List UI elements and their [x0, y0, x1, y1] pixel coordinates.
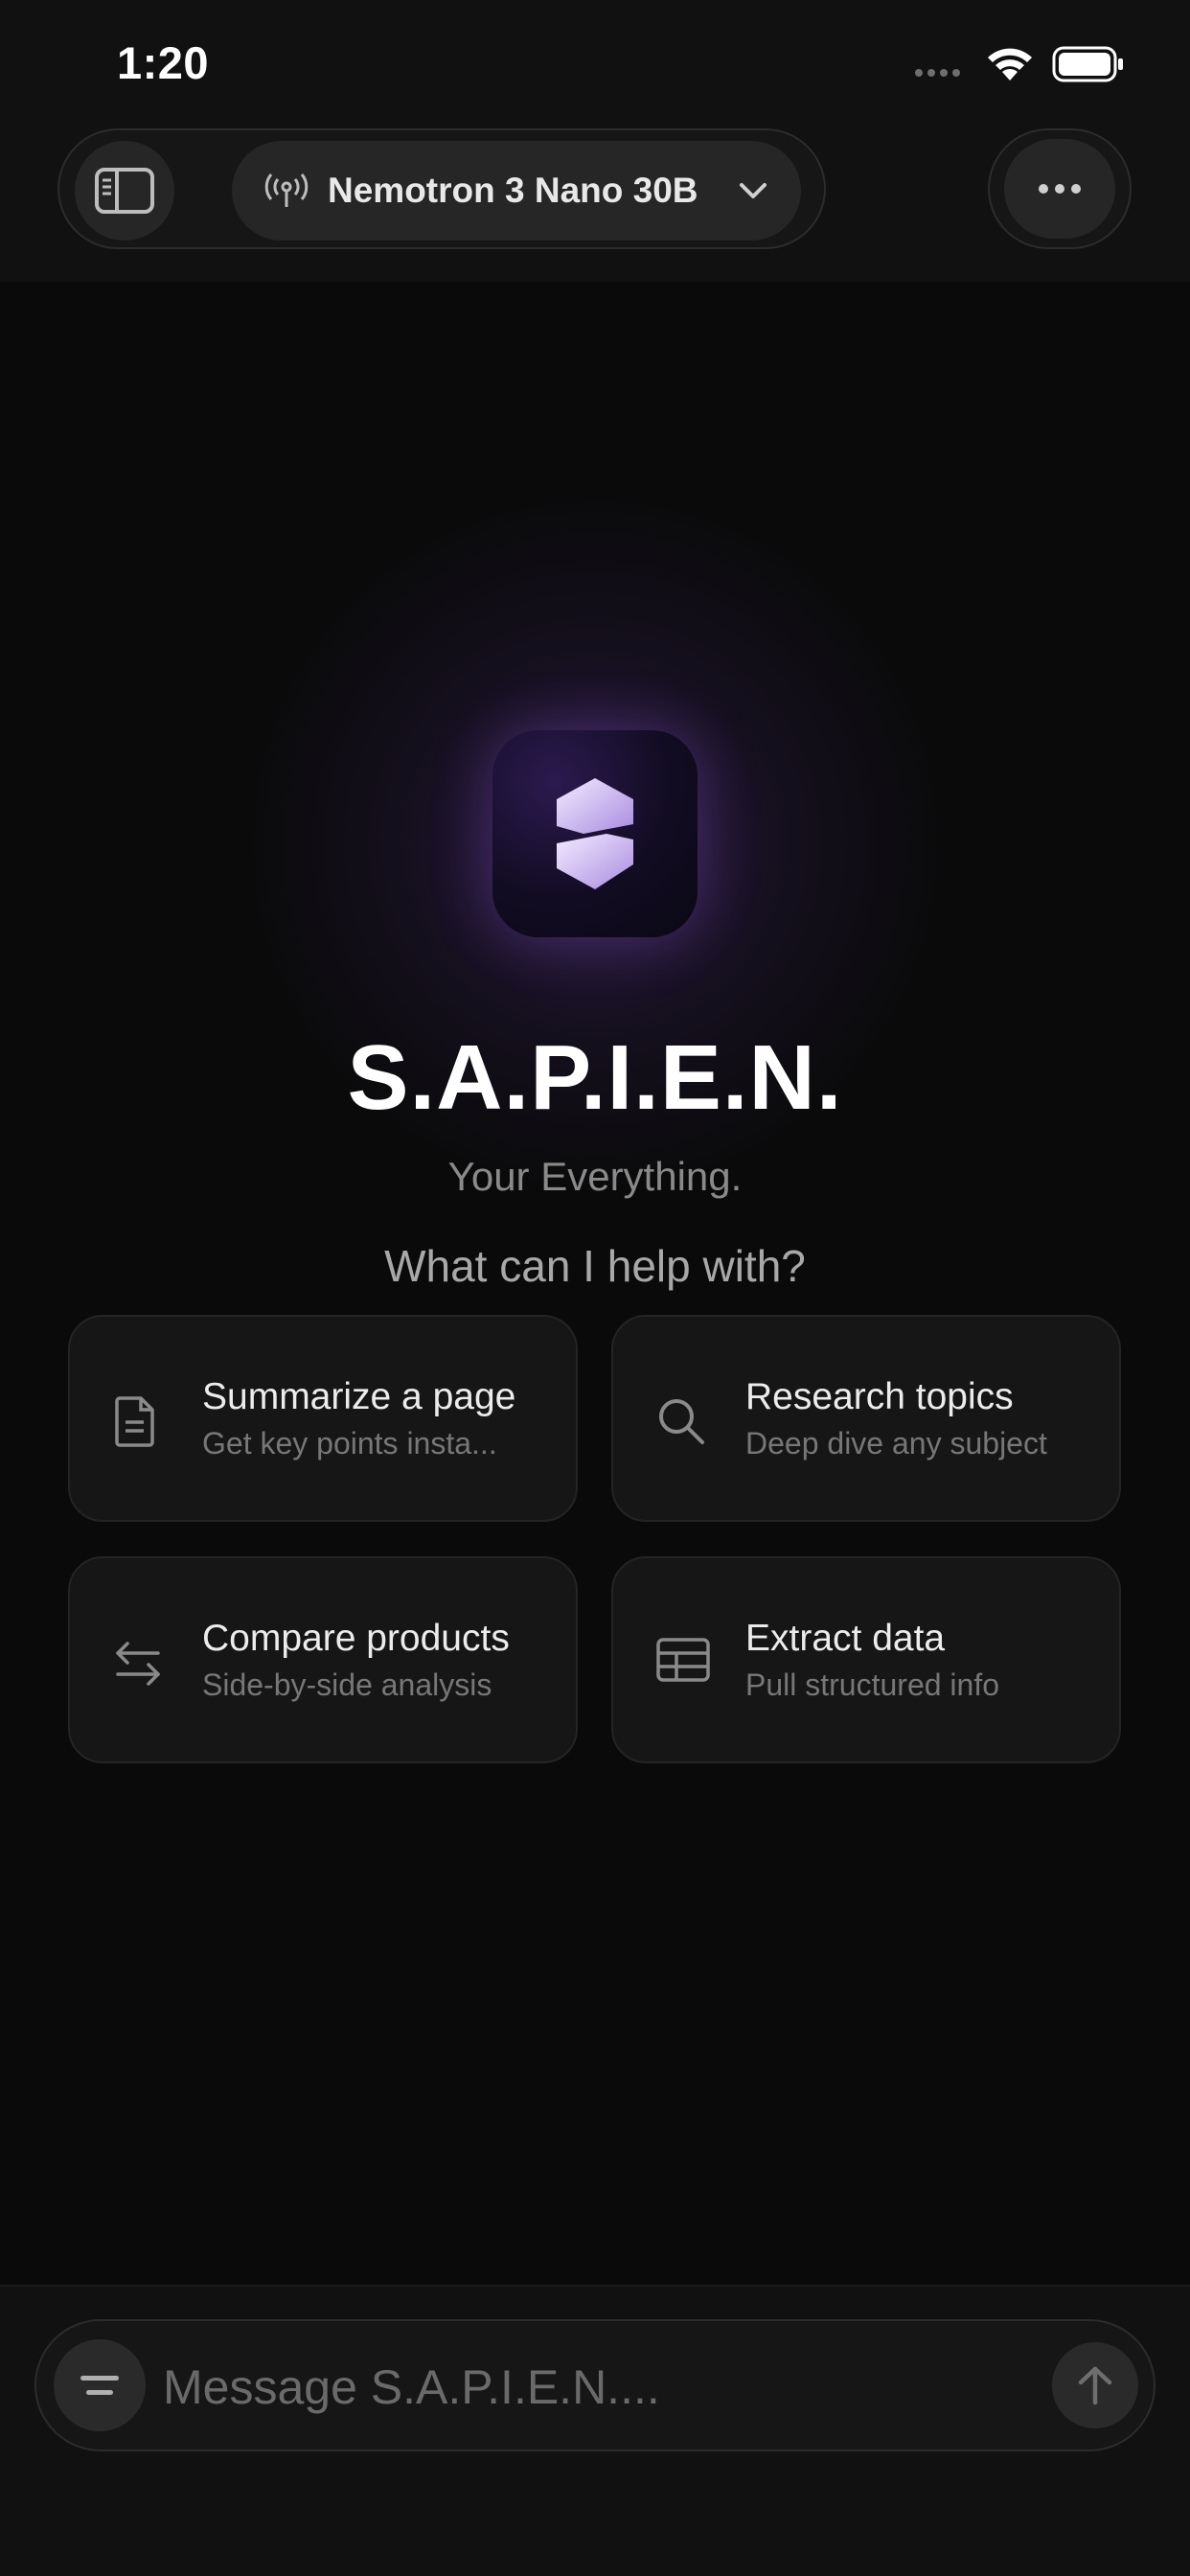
message-input[interactable]: [161, 2348, 1008, 2426]
composer-menu-button[interactable]: [54, 2339, 146, 2431]
header-pill-group: Nemotron 3 Nano 30B: [57, 128, 826, 249]
more-icon: [1004, 139, 1115, 239]
cellular-signal-icon: [915, 69, 960, 77]
card-subtitle: Get key points insta...: [202, 1426, 497, 1460]
suggestion-card-research[interactable]: Research topics Deep dive any subject: [611, 1315, 1121, 1522]
app-title: S.A.P.I.E.N.: [347, 1026, 843, 1129]
card-title: Research topics: [745, 1376, 1014, 1417]
top-bar: Nemotron 3 Nano 30B: [0, 125, 1190, 282]
wifi-icon: [988, 48, 1032, 80]
search-icon: [659, 1399, 704, 1444]
card-subtitle: Side-by-side analysis: [202, 1668, 492, 1702]
menu-line: [86, 2390, 113, 2395]
status-bar: 1:20: [0, 0, 1190, 125]
status-time: 1:20: [117, 37, 210, 88]
menu-line: [80, 2376, 119, 2380]
more-options-button[interactable]: [988, 128, 1132, 249]
table-icon: [656, 1638, 710, 1682]
battery-icon: [1052, 46, 1123, 82]
app-logo: [492, 730, 698, 937]
chevron-down-icon: [740, 183, 767, 198]
sidebar-icon: [95, 168, 154, 214]
composer-bar: [0, 2285, 1190, 2576]
model-selector[interactable]: Nemotron 3 Nano 30B: [232, 141, 801, 241]
antenna-icon: [264, 173, 309, 207]
card-title: Summarize a page: [202, 1376, 516, 1417]
suggestion-card-summarize[interactable]: Summarize a page Get key points insta...: [68, 1315, 578, 1522]
message-composer: [34, 2319, 1156, 2451]
card-title: Compare products: [202, 1618, 510, 1659]
model-name: Nemotron 3 Nano 30B: [328, 171, 698, 210]
card-subtitle: Pull structured info: [745, 1668, 1000, 1702]
help-prompt-heading: What can I help with?: [384, 1241, 806, 1291]
suggestion-card-compare[interactable]: Compare products Side-by-side analysis: [68, 1556, 578, 1763]
send-button[interactable]: [1052, 2342, 1138, 2428]
compare-arrows-icon: [116, 1642, 160, 1686]
suggestion-card-extract[interactable]: Extract data Pull structured info: [611, 1556, 1121, 1763]
app-tagline: Your Everything.: [447, 1154, 743, 1199]
card-subtitle: Deep dive any subject: [745, 1426, 1047, 1460]
sidebar-toggle-button[interactable]: [75, 141, 174, 241]
sapien-logo-icon: [557, 778, 633, 889]
document-icon: [115, 1396, 154, 1447]
card-title: Extract data: [745, 1618, 946, 1659]
arrow-up-icon: [1078, 2366, 1112, 2405]
